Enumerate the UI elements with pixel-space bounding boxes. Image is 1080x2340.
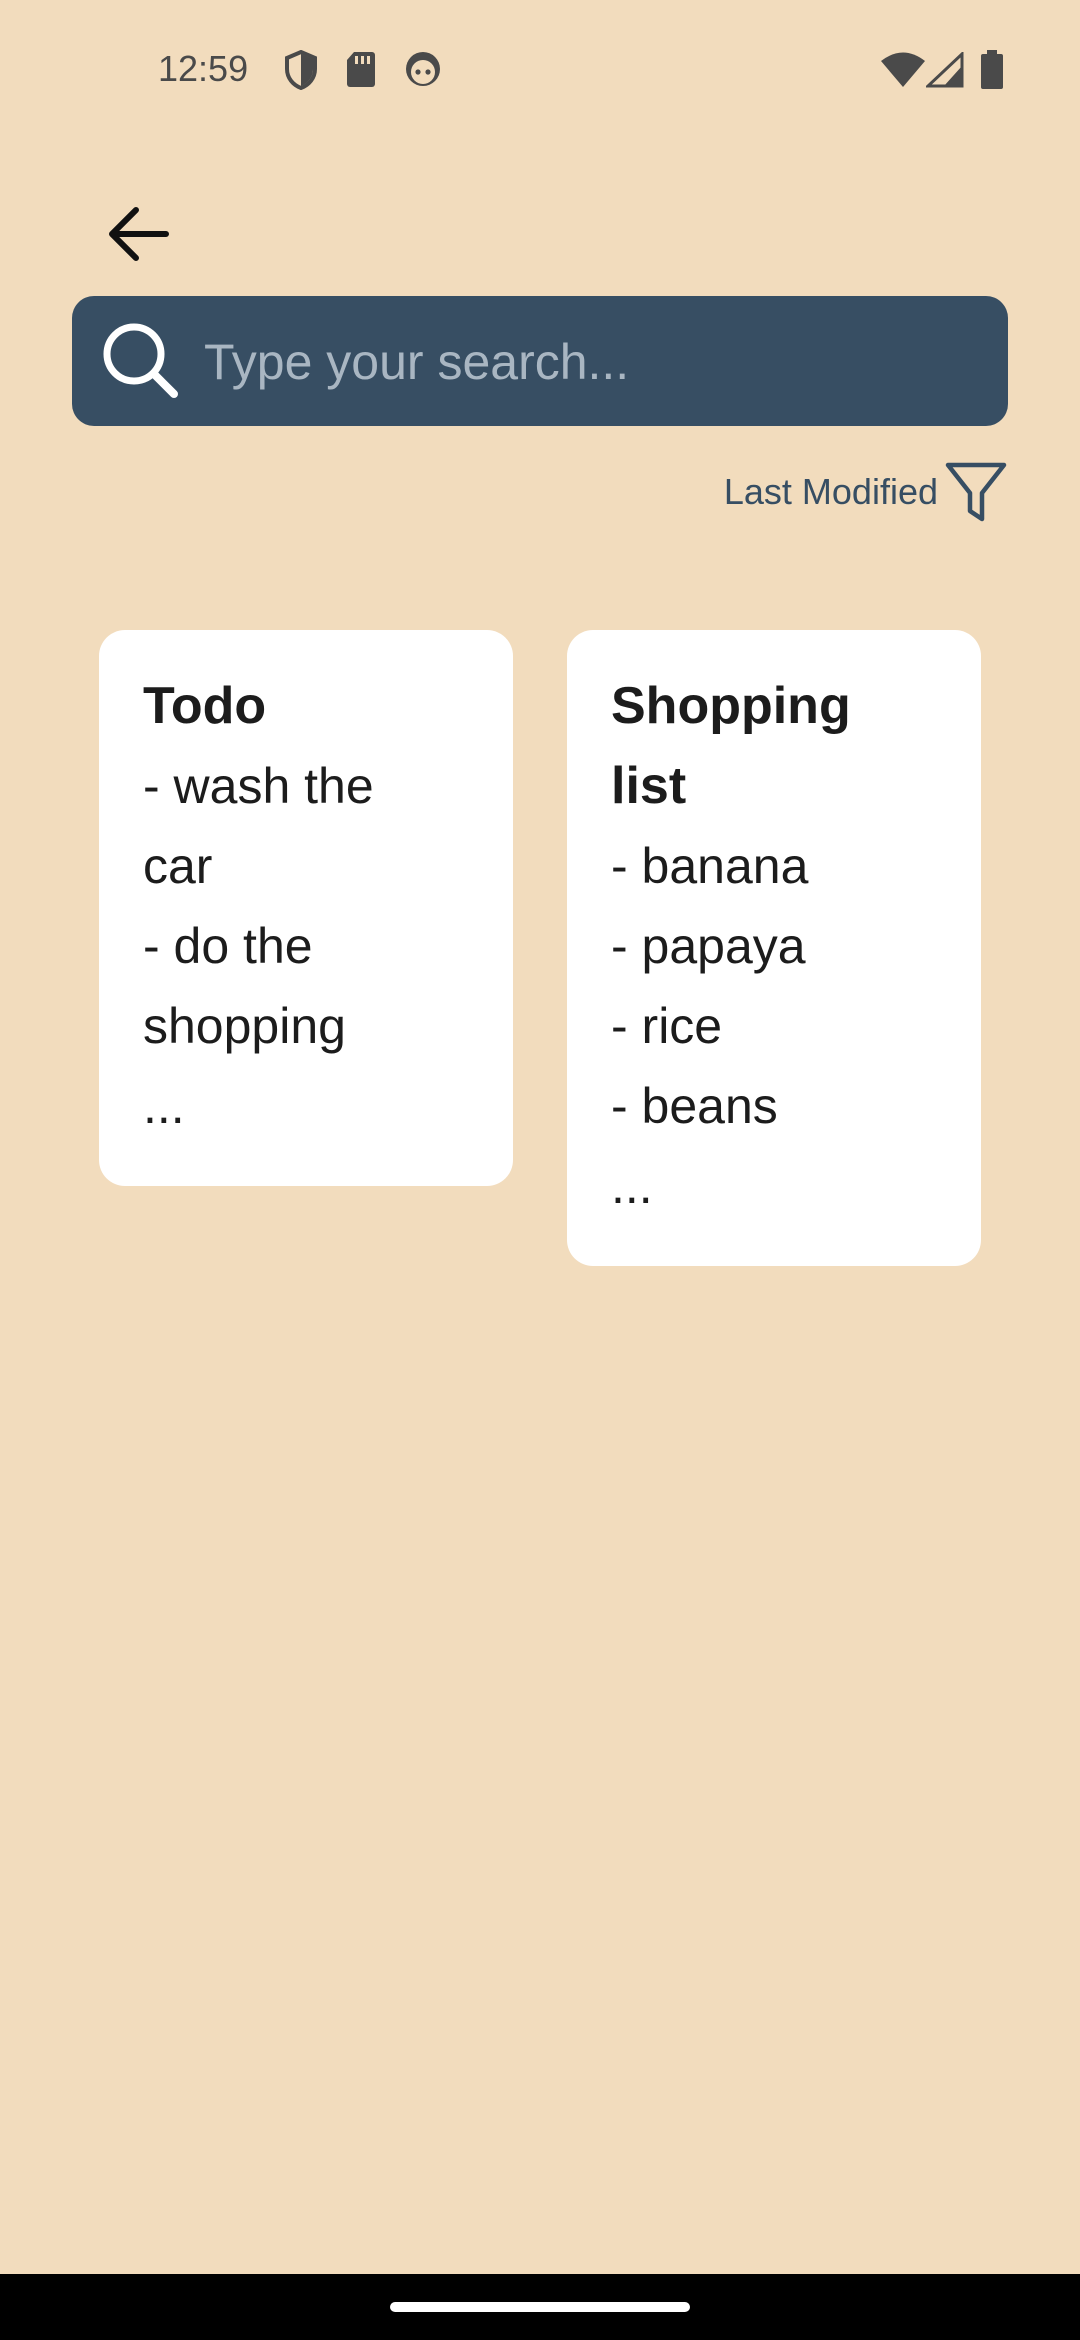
sort-filter-button[interactable]: Last Modified <box>724 460 1008 524</box>
note-line: - rice <box>611 998 723 1054</box>
status-bar: 12:59 <box>0 0 1080 140</box>
note-line: - papaya <box>611 918 806 974</box>
arrow-back-icon <box>109 207 169 261</box>
battery-icon <box>980 50 1004 95</box>
note-title: Shopping <box>611 677 851 735</box>
note-line: - wash the <box>143 758 374 814</box>
note-card-todo[interactable]: Todo - wash the car - do the shopping ..… <box>99 630 513 1186</box>
note-title: Todo <box>143 677 267 735</box>
filter-icon <box>945 462 1007 522</box>
note-line: - do the <box>143 918 313 974</box>
note-line: car <box>143 838 213 894</box>
navigation-bar <box>0 2274 1080 2340</box>
sd-card-icon <box>346 50 376 93</box>
search-input[interactable] <box>202 296 986 428</box>
note-line: - beans <box>611 1078 778 1134</box>
note-ellipsis: ... <box>611 1158 653 1214</box>
sort-label: Last Modified <box>723 471 938 512</box>
android-face-icon <box>404 50 442 93</box>
search-bar[interactable] <box>72 296 1008 428</box>
note-card-shopping-list[interactable]: Shopping list - banana - papaya - rice -… <box>567 630 981 1266</box>
wifi-icon <box>880 52 926 93</box>
shield-icon <box>284 49 318 95</box>
note-title: list <box>611 757 687 815</box>
back-button[interactable] <box>96 192 180 276</box>
note-line: - banana <box>611 838 809 894</box>
note-ellipsis: ... <box>143 1078 185 1134</box>
signal-icon <box>924 50 964 93</box>
search-icon[interactable] <box>100 320 182 407</box>
home-indicator[interactable] <box>390 2302 690 2312</box>
note-line: shopping <box>143 998 346 1054</box>
status-time: 12:59 <box>158 48 249 89</box>
